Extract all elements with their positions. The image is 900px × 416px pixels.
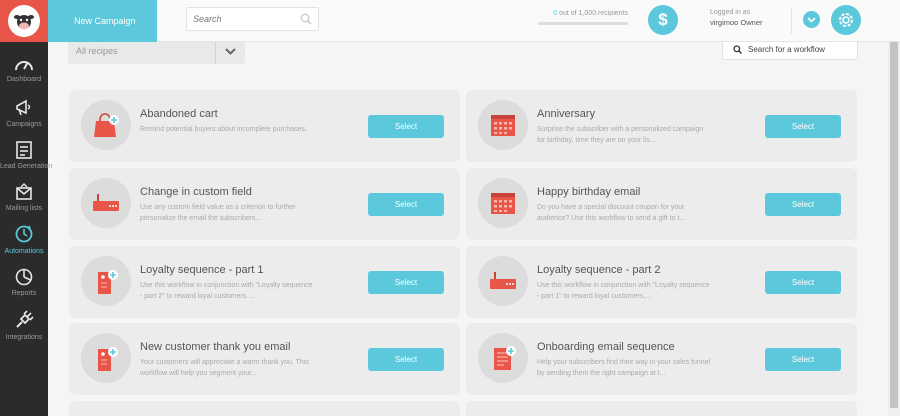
user-name: virgimoo Owner <box>710 18 763 27</box>
chevron-down-icon[interactable] <box>215 42 245 64</box>
speedometer-icon <box>15 61 33 71</box>
select-button[interactable]: Select <box>368 193 444 216</box>
card-description: Do you have a special discount coupon fo… <box>537 204 686 222</box>
calendar-icon <box>478 178 528 228</box>
sidebar-item-dashboard[interactable]: Dashboard <box>0 56 48 83</box>
workflow-card-abandoned-cart: Abandoned cart Remind potential buyers a… <box>69 90 460 162</box>
search-input[interactable] <box>193 14 293 24</box>
settings-gear-icon[interactable] <box>831 5 861 35</box>
sidebar: Dashboard Campaigns Lead Generation Mail… <box>0 0 53 416</box>
calendar-icon <box>478 100 528 150</box>
card-description: Use any custom field value as a criterio… <box>140 204 296 222</box>
document-icon <box>478 333 528 383</box>
workflow-card-partial <box>69 401 460 416</box>
workflow-card-change-custom-field: Change in custom field Use any custom fi… <box>69 168 460 240</box>
recipe-filter-select[interactable]: All recipes <box>68 42 245 64</box>
sidebar-item-label: Integrations <box>5 334 43 341</box>
sidebar-item-reports[interactable]: Reports <box>0 268 48 297</box>
card-description: Use this workflow in conjunction with "L… <box>537 282 710 300</box>
vertical-scrollbar[interactable] <box>888 42 900 416</box>
sidebar-item-label: Reports <box>11 290 37 297</box>
sidebar-item-automations[interactable]: Automations <box>0 224 48 255</box>
sidebar-item-label: Mailing lists <box>5 205 43 212</box>
sidebar-item-mailing-lists[interactable]: Mailing lists <box>0 183 48 212</box>
card-title: Loyalty sequence - part 2 <box>537 264 661 276</box>
logged-in-label: Logged in as <box>710 9 751 16</box>
card-title: New customer thank you email <box>140 341 291 353</box>
search-icon <box>733 44 742 54</box>
recipients-counter: 0 out of 1,000 recipients <box>538 10 628 17</box>
sidebar-item-lead-generation[interactable]: Lead Generation <box>0 141 53 170</box>
card-title: Abandoned cart <box>140 108 218 120</box>
search-icon <box>300 13 312 25</box>
recipients-progress-bar <box>538 22 628 25</box>
select-button[interactable]: Select <box>765 193 841 216</box>
main-content: All recipes Search for a workflow Abando… <box>48 42 888 416</box>
card-description: Use this workflow in conjunction with "L… <box>140 282 313 300</box>
card-title: Onboarding email sequence <box>537 341 675 353</box>
card-title: Anniversary <box>537 108 596 120</box>
card-description: Your customers will appreciate a warm th… <box>140 359 309 377</box>
select-button[interactable]: Select <box>368 348 444 371</box>
global-search[interactable] <box>186 7 319 31</box>
new-campaign-button[interactable]: New Campaign <box>48 0 157 42</box>
router-icon <box>81 178 131 228</box>
header-divider <box>791 8 792 34</box>
sidebar-item-label: Lead Generation <box>0 163 53 170</box>
card-title: Change in custom field <box>140 186 252 198</box>
envelope-icon <box>16 183 32 200</box>
workflow-search-input[interactable]: Search for a workflow <box>722 42 858 60</box>
workflow-card-onboarding-sequence: Onboarding email sequence Help your subs… <box>466 323 857 395</box>
pie-chart-icon <box>15 268 33 286</box>
tag-icon <box>81 256 131 306</box>
workflow-card-partial <box>466 401 857 416</box>
select-button[interactable]: Select <box>765 348 841 371</box>
select-button[interactable]: Select <box>368 271 444 294</box>
sidebar-item-label: Automations <box>4 248 44 255</box>
recipients-count: 0 <box>553 10 558 17</box>
user-menu-chevron-down-icon[interactable] <box>803 11 820 28</box>
megaphone-icon <box>16 99 31 116</box>
billing-dollar-icon[interactable]: $ <box>648 5 678 35</box>
card-title: Loyalty sequence - part 1 <box>140 264 264 276</box>
workflow-card-new-customer-thank-you: New customer thank you email Your custom… <box>69 323 460 395</box>
top-header: New Campaign 0 out of 1,000 recipients $… <box>48 0 900 42</box>
shopping-bag-icon <box>81 100 131 150</box>
card-description: Remind potential buyers about incomplete… <box>140 126 307 133</box>
router-icon <box>478 256 528 306</box>
tag-icon <box>81 333 131 383</box>
workflow-card-happy-birthday: Happy birthday email Do you have a speci… <box>466 168 857 240</box>
sidebar-item-label: Dashboard <box>6 76 42 83</box>
recipients-text: out of 1,000 recipients <box>559 10 628 17</box>
logo[interactable] <box>0 0 48 42</box>
workflow-card-loyalty-part-2: Loyalty sequence - part 2 Use this workf… <box>466 246 857 318</box>
recipe-filter-value: All recipes <box>76 46 118 56</box>
sidebar-item-integrations[interactable]: Integrations <box>0 310 48 341</box>
plug-icon <box>16 310 34 328</box>
sidebar-item-campaigns[interactable]: Campaigns <box>0 99 48 128</box>
card-description: Surprise the subscriber with a personali… <box>537 126 704 144</box>
select-button[interactable]: Select <box>765 115 841 138</box>
cow-logo-icon <box>8 5 40 37</box>
workflow-card-anniversary: Anniversary Surprise the subscriber with… <box>466 90 857 162</box>
form-icon <box>16 141 32 159</box>
scrollbar-thumb[interactable] <box>890 42 898 408</box>
select-button[interactable]: Select <box>368 115 444 138</box>
card-title: Happy birthday email <box>537 186 641 198</box>
select-button[interactable]: Select <box>765 271 841 294</box>
clock-refresh-icon <box>15 225 33 243</box>
workflow-card-loyalty-part-1: Loyalty sequence - part 1 Use this workf… <box>69 246 460 318</box>
card-description: Help your subscribers find their way in … <box>537 359 711 377</box>
workflow-search-placeholder: Search for a workflow <box>748 44 825 54</box>
sidebar-item-label: Campaigns <box>6 121 42 128</box>
logged-in-info: Logged in as virgimoo Owner <box>710 8 763 28</box>
